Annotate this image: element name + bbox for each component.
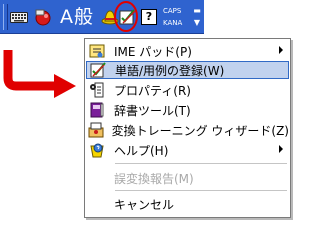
- conversion-mode-label: 般: [73, 6, 94, 28]
- menu-separator: [115, 163, 287, 164]
- menu-item-dictionary-tool[interactable]: 辞書ツール(T): [86, 101, 289, 119]
- menu-item-label: 変換トレーニング ウィザード(Z): [111, 123, 289, 138]
- langbar-options-button[interactable]: ▬ ▼: [192, 5, 202, 29]
- input-mode-label: A: [59, 6, 74, 28]
- menu-item-ime-pad[interactable]: IME パッド(P): [86, 42, 289, 60]
- minimize-arrow-icon: ▬: [193, 6, 201, 15]
- submenu-arrow-icon: [279, 46, 283, 54]
- dictionary-tool-icon: [87, 101, 107, 119]
- menu-item-label: プロパティ(R): [114, 83, 191, 98]
- selection-highlight-ring: [114, 1, 138, 32]
- ime-context-menu: IME パッド(P) 単語/用例の登録(W) プロパティ(R) 辞書ツール(T)…: [84, 38, 291, 218]
- kana-label: KANA: [163, 19, 183, 27]
- menu-separator: [115, 190, 287, 191]
- ime-pad-icon: [87, 42, 107, 60]
- menu-item-help[interactable]: ヘルプ(H): [86, 141, 289, 159]
- menu-item-label: ヘルプ(H): [114, 143, 169, 158]
- pointer-arrow-icon: [3, 50, 76, 98]
- menu-item-properties[interactable]: プロパティ(R): [86, 81, 289, 99]
- menu-item-label: IME パッド(P): [114, 44, 192, 59]
- register-word-icon: [88, 61, 108, 79]
- keyboard-icon[interactable]: [8, 5, 30, 29]
- ime-toggle-icon[interactable]: [32, 5, 54, 29]
- menu-item-label: 誤変換報告(M): [114, 171, 194, 186]
- caps-label: CAPS: [163, 7, 182, 15]
- menu-item-label: キャンセル: [114, 197, 175, 212]
- help-icon: [87, 141, 107, 159]
- menu-item-report-conversion: 誤変換報告(M): [86, 169, 289, 187]
- menu-item-register-word[interactable]: 単語/用例の登録(W): [86, 61, 289, 79]
- menu-item-label: 辞書ツール(T): [114, 103, 191, 118]
- input-mode-indicator[interactable]: A 般: [57, 5, 97, 29]
- submenu-arrow-icon: [279, 145, 283, 153]
- ime-language-bar: A 般 ? CAPS KANA ▬ ▼: [0, 0, 204, 34]
- properties-icon: [87, 81, 107, 99]
- caps-kana-indicator: CAPS KANA: [163, 5, 189, 29]
- help-icon[interactable]: ?: [140, 5, 158, 29]
- menu-item-cancel[interactable]: キャンセル: [86, 195, 289, 213]
- training-wizard-icon: [87, 121, 105, 139]
- help-label: ?: [141, 9, 157, 25]
- menu-item-training-wizard[interactable]: 変換トレーニング ウィザード(Z): [86, 121, 289, 139]
- menu-item-label: 単語/用例の登録(W): [115, 63, 225, 78]
- chevron-down-icon: ▼: [193, 18, 201, 27]
